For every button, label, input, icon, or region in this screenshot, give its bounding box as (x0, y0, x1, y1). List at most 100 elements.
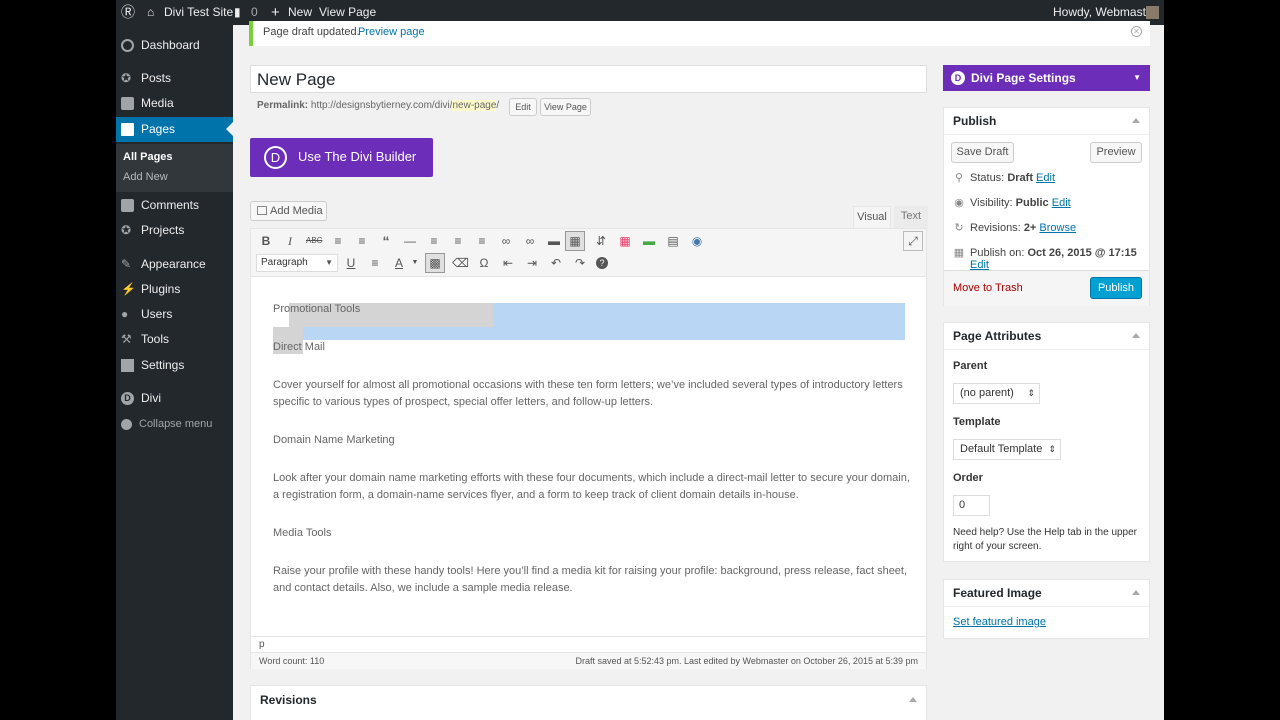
divi-shortcode-icon[interactable]: ⇵ (593, 233, 609, 249)
underline-icon[interactable]: U (343, 255, 359, 271)
brush-icon: ✎ (121, 257, 132, 271)
green-box-icon[interactable]: ▬ (641, 233, 657, 249)
avatar[interactable] (1146, 6, 1159, 19)
collapse-menu-button[interactable]: Collapse menu (116, 412, 233, 437)
content-editor: B I ABC ≡ ≡ “ — ≡ ≡ ≡ ∞ ∞ ▬ ▦ ⇵ ▦ ▬ ▤ ◉ … (250, 228, 927, 669)
sidebar-item-posts[interactable]: ✪ Posts (116, 66, 233, 91)
pin-icon: ✪ (121, 223, 132, 237)
preview-button[interactable]: Preview (1090, 142, 1142, 163)
order-label: Order (953, 472, 983, 484)
visibility-row: Visibility: Public Edit (970, 197, 1071, 209)
read-more-icon[interactable]: ▬ (546, 233, 562, 249)
special-character-icon[interactable]: Ω (476, 255, 492, 271)
sidebar-item-appearance[interactable]: ✎ Appearance (116, 252, 233, 277)
sidebar-item-plugins[interactable]: ⚡ Plugins (116, 277, 233, 302)
permalink-slug[interactable]: new-page (452, 100, 497, 111)
site-name-link[interactable]: Divi Test Site (164, 0, 233, 25)
save-draft-button[interactable]: Save Draft (951, 142, 1014, 163)
publish-button[interactable]: Publish (1090, 277, 1142, 299)
divi-page-settings-bar[interactable]: D Divi Page Settings ▼ (943, 65, 1150, 91)
undo-icon[interactable]: ↶ (548, 255, 564, 271)
collapse-caret-icon[interactable] (1132, 118, 1140, 123)
parent-select[interactable]: (no parent) ⇕ (953, 383, 1040, 404)
remove-link-icon[interactable]: ∞ (522, 233, 538, 249)
sidebar-item-projects[interactable]: ✪ Projects (116, 218, 233, 243)
redo-icon[interactable]: ↷ (572, 255, 588, 271)
add-media-icon (257, 206, 267, 215)
bullet-list-icon[interactable]: ≡ (330, 233, 346, 249)
comment-icon (121, 199, 134, 212)
wordpress-logo-icon[interactable]: Ⓡ (121, 0, 135, 25)
visibility-edit-link[interactable]: Edit (1052, 197, 1071, 209)
clear-formatting-icon[interactable]: ⌫ (452, 255, 469, 271)
collapse-caret-icon[interactable] (1132, 590, 1140, 595)
sidebar-item-label: Divi (141, 391, 161, 405)
colorful-layout-icon[interactable]: ▦ (617, 233, 633, 249)
use-divi-builder-button[interactable]: D Use The Divi Builder (250, 138, 433, 177)
italic-icon[interactable]: I (282, 233, 298, 249)
text-color-icon[interactable]: A (391, 255, 407, 271)
sidebar-item-dashboard[interactable]: Dashboard (116, 33, 233, 58)
tabs-shortcode-icon[interactable]: ▤ (665, 233, 681, 249)
sidebar-item-pages[interactable]: Pages (116, 117, 233, 142)
horizontal-line-icon[interactable]: — (402, 233, 418, 249)
tab-visual[interactable]: Visual (853, 206, 891, 228)
bold-icon[interactable]: B (258, 233, 274, 249)
collapse-caret-icon[interactable] (1132, 333, 1140, 338)
order-input[interactable]: 0 (953, 495, 990, 516)
numbered-list-icon[interactable]: ≡ (354, 233, 370, 249)
help-icon[interactable]: ? (596, 257, 608, 269)
format-select[interactable]: Paragraph ▼ (256, 254, 338, 272)
permalink-view-button[interactable]: View Page (540, 98, 591, 116)
path-text: p (259, 639, 265, 650)
lock-icon[interactable]: ◉ (689, 233, 705, 249)
dismiss-icon[interactable]: ✕ (1131, 26, 1142, 37)
divi-logo-icon: D (951, 71, 965, 85)
help-text: Need help? Use the Help tab in the upper… (953, 527, 1138, 552)
align-center-icon[interactable]: ≡ (450, 233, 466, 249)
move-to-trash-link[interactable]: Move to Trash (953, 282, 1023, 294)
align-left-icon[interactable]: ≡ (426, 233, 442, 249)
divi-settings-label: Divi Page Settings (971, 71, 1076, 85)
plug-icon: ⚡ (121, 282, 136, 296)
sidebar-item-divi[interactable]: D Divi (116, 386, 233, 411)
pages-icon (121, 123, 134, 136)
outdent-icon[interactable]: ⇤ (500, 255, 516, 271)
sidebar-item-media[interactable]: Media (116, 91, 233, 116)
strikethrough-icon[interactable]: ABC (306, 233, 322, 249)
comment-icon[interactable]: ▮ (234, 0, 241, 25)
sidebar-item-users[interactable]: ● Users (116, 302, 233, 327)
paste-text-icon[interactable]: ▩ (425, 253, 445, 273)
insert-link-icon[interactable]: ∞ (498, 233, 514, 249)
permalink-label: Permalink: (257, 100, 309, 111)
add-media-button[interactable]: Add Media (250, 201, 327, 221)
sidebar-item-comments[interactable]: Comments (116, 193, 233, 218)
template-select[interactable]: Default Template ⇕ (953, 439, 1061, 460)
justify-icon[interactable]: ≡ (367, 255, 383, 271)
history-icon: ↻ (954, 222, 964, 234)
collapse-caret-icon[interactable] (909, 697, 917, 702)
submenu-add-new[interactable]: Add New (123, 171, 168, 183)
status-edit-link[interactable]: Edit (1036, 172, 1055, 184)
set-featured-image-link[interactable]: Set featured image (953, 616, 1046, 628)
align-right-icon[interactable]: ≡ (474, 233, 490, 249)
chevron-down-icon[interactable]: ▼ (407, 255, 423, 271)
word-count: Word count: 110 (259, 656, 325, 666)
update-notice: Page draft updated. Preview page ✕ (249, 21, 1150, 46)
revisions-row: Revisions: 2+ Browse (970, 222, 1076, 234)
tab-text[interactable]: Text (894, 206, 928, 228)
editor-body[interactable]: Promotional Tools Direct Mail Cover your… (251, 277, 926, 636)
preview-page-link[interactable]: Preview page (358, 26, 425, 38)
template-label: Template (953, 416, 1001, 428)
title-input[interactable]: New Page (250, 65, 927, 93)
blockquote-icon[interactable]: “ (378, 233, 394, 249)
submenu-all-pages[interactable]: All Pages (123, 151, 173, 163)
indent-icon[interactable]: ⇥ (524, 255, 540, 271)
fullscreen-icon[interactable]: ⤢ (903, 231, 923, 251)
home-icon[interactable]: ⌂ (147, 0, 154, 25)
browse-revisions-link[interactable]: Browse (1039, 222, 1076, 234)
permalink-edit-button[interactable]: Edit (509, 98, 537, 116)
toolbar-toggle-icon[interactable]: ▦ (565, 231, 585, 251)
sidebar-item-tools[interactable]: ⚒ Tools (116, 327, 233, 352)
sidebar-item-settings[interactable]: Settings (116, 353, 233, 378)
